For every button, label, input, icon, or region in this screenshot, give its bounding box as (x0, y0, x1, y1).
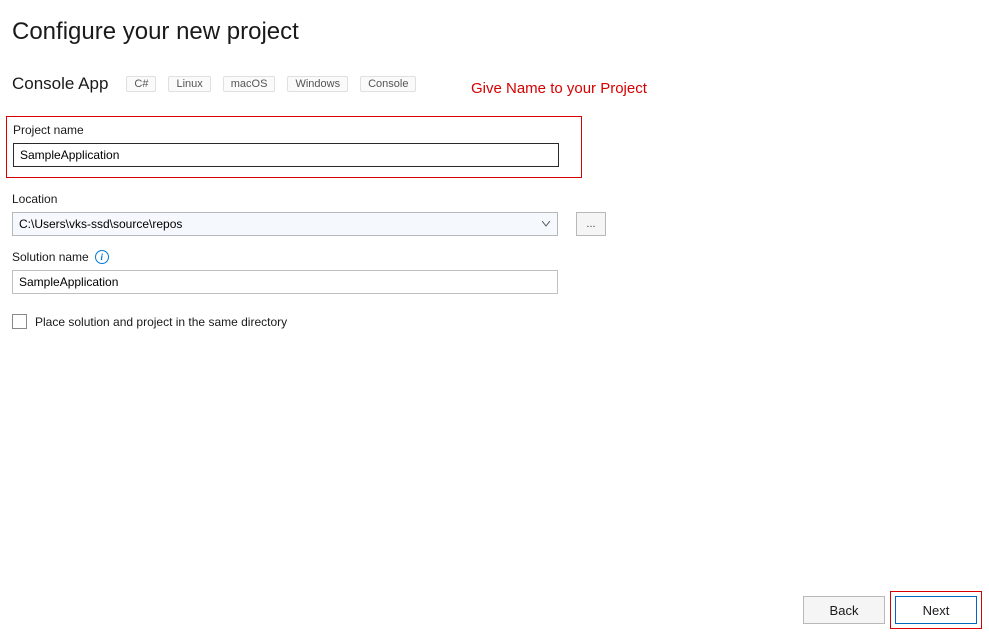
solution-name-input[interactable] (12, 270, 558, 294)
tag-linux: Linux (168, 76, 210, 92)
page-title: Configure your new project (0, 0, 989, 46)
next-button-highlight: Next (890, 591, 982, 629)
back-button[interactable]: Back (803, 596, 885, 624)
chevron-down-icon[interactable] (536, 214, 556, 234)
same-directory-label: Place solution and project in the same d… (35, 315, 287, 329)
location-row: ... (12, 212, 977, 236)
info-icon[interactable]: i (95, 250, 109, 264)
template-name: Console App (12, 74, 108, 94)
project-name-label: Project name (13, 123, 575, 137)
browse-button[interactable]: ... (576, 212, 606, 236)
tag-csharp: C# (126, 76, 156, 92)
solution-name-label: Solution name i (12, 250, 977, 264)
location-input[interactable] (12, 212, 558, 236)
location-block: Location ... (12, 192, 977, 236)
project-name-input[interactable] (13, 143, 559, 167)
annotation-callout: Give Name to your Project (471, 80, 647, 97)
tag-macos: macOS (223, 76, 276, 92)
next-button[interactable]: Next (895, 596, 977, 624)
solution-name-label-text: Solution name (12, 250, 89, 264)
template-tags: C# Linux macOS Windows Console (126, 76, 416, 92)
project-name-highlight: Project name (6, 116, 582, 178)
footer-nav: Back Next (803, 596, 977, 624)
location-label: Location (12, 192, 977, 206)
form-area: Project name Location ... Solution name … (0, 116, 989, 329)
solution-name-block: Solution name i (12, 250, 977, 294)
same-directory-checkbox[interactable] (12, 314, 27, 329)
same-directory-row: Place solution and project in the same d… (12, 314, 977, 329)
tag-console: Console (360, 76, 416, 92)
location-dropdown-wrap (12, 212, 558, 236)
tag-windows: Windows (287, 76, 348, 92)
